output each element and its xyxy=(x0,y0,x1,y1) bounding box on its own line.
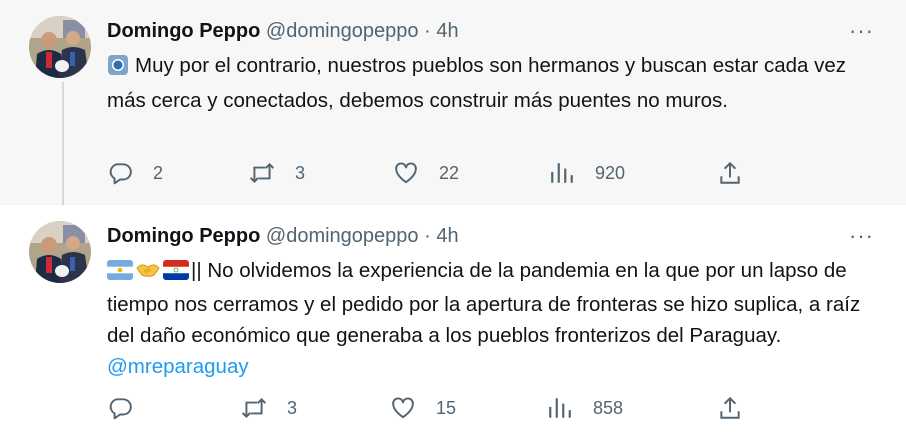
paraguay-flag-icon xyxy=(163,258,189,289)
separator: · xyxy=(424,20,431,42)
action-bar: 3 15 858 xyxy=(107,393,747,423)
like-button[interactable]: 15 xyxy=(390,393,456,423)
avatar[interactable] xyxy=(29,16,91,78)
author-name[interactable]: Domingo Peppo xyxy=(107,225,260,247)
retweet-button[interactable]: 3 xyxy=(241,393,297,423)
author-handle[interactable]: @domingopeppo xyxy=(266,20,419,42)
share-button[interactable] xyxy=(717,158,743,188)
view-count: 920 xyxy=(595,162,626,183)
handshake-icon xyxy=(135,258,161,289)
view-count: 858 xyxy=(593,397,624,418)
timestamp[interactable]: 4h xyxy=(436,20,458,42)
views-button[interactable]: 858 xyxy=(547,393,623,423)
action-bar: 2 3 22 920 xyxy=(107,158,747,188)
tweet-header: Domingo Peppo @domingopeppo · 4h xyxy=(107,20,459,43)
tweet-body: || No olvidemos la experiencia de la pan… xyxy=(107,259,861,347)
heart-icon xyxy=(392,397,414,419)
blue-circle-icon xyxy=(107,54,129,85)
author-handle[interactable]: @domingopeppo xyxy=(266,225,419,247)
like-button[interactable]: 22 xyxy=(393,158,459,188)
retweet-count: 3 xyxy=(287,397,298,418)
reply-icon xyxy=(109,398,132,420)
author-name[interactable]: Domingo Peppo xyxy=(107,20,260,42)
reply-icon xyxy=(109,163,132,185)
heart-icon xyxy=(395,162,417,184)
tweet-header: Domingo Peppo @domingopeppo · 4h xyxy=(107,225,459,248)
separator: · xyxy=(424,225,431,247)
share-icon xyxy=(720,396,740,419)
mention-link[interactable]: @mreparaguay xyxy=(107,355,249,378)
argentina-flag-icon xyxy=(107,258,133,289)
views-icon xyxy=(551,163,573,183)
more-options-button[interactable]: ··· xyxy=(849,223,874,249)
retweet-count: 3 xyxy=(295,162,306,183)
tweet-text: Muy por el contrario, nuestros pueblos s… xyxy=(107,50,867,116)
retweet-button[interactable]: 3 xyxy=(249,158,305,188)
reply-count: 2 xyxy=(153,162,164,183)
share-button[interactable] xyxy=(717,393,743,423)
like-count: 22 xyxy=(439,162,460,183)
tweet-2[interactable]: Domingo Peppo @domingopeppo · 4h ··· || … xyxy=(0,205,906,444)
tweet-1[interactable]: Domingo Peppo @domingopeppo · 4h ··· Muy… xyxy=(0,0,906,222)
timestamp[interactable]: 4h xyxy=(436,225,458,247)
views-icon xyxy=(549,398,571,418)
like-count: 15 xyxy=(436,397,457,418)
reply-button[interactable] xyxy=(107,393,153,423)
more-options-button[interactable]: ··· xyxy=(849,18,874,44)
retweet-icon xyxy=(241,397,267,419)
share-icon xyxy=(720,161,740,184)
reply-button[interactable]: 2 xyxy=(107,158,163,188)
retweet-icon xyxy=(249,162,275,184)
views-button[interactable]: 920 xyxy=(549,158,625,188)
avatar[interactable] xyxy=(29,221,91,283)
tweet-text: || No olvidemos la experiencia de la pan… xyxy=(107,255,867,382)
thread-line xyxy=(62,82,64,222)
tweet-body: Muy por el contrario, nuestros pueblos s… xyxy=(107,54,847,112)
